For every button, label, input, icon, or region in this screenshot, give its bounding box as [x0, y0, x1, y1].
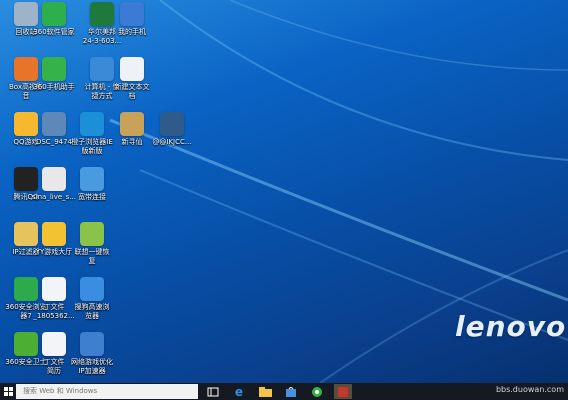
phone-icon — [120, 2, 144, 26]
taskbar: 搜索 Web 和 Windows e bbs.duowan.com — [0, 383, 568, 400]
edge-browser-icon: e — [234, 384, 244, 399]
network-accelerator-icon — [80, 332, 104, 356]
desktop-icon-label: 360软件管家 — [33, 28, 75, 36]
search-input[interactable]: 搜索 Web 和 Windows — [16, 384, 198, 399]
document-file-icon — [42, 332, 66, 356]
app-icon — [338, 386, 348, 397]
desktop-icon-label: 宽带连接 — [78, 193, 106, 201]
desktop-icon-360phone[interactable]: 360手机助手 — [28, 57, 80, 113]
store-icon — [286, 387, 296, 397]
desktop-icon-myphone[interactable]: 我的手机 — [106, 2, 158, 58]
lenovo-logo: lenovo — [455, 310, 567, 343]
desktop-icon-newtxt[interactable]: 新建文本文档 — [106, 57, 158, 113]
text-document-icon — [120, 57, 144, 81]
desktop-icon-label: 联想一键恢复 — [74, 248, 110, 265]
task-view-icon — [207, 387, 219, 396]
360-browser-icon — [312, 386, 322, 397]
desktop: lenovo 回收站 360软件管家 华尔美邦 24-3-603... 我的手机 Box高… — [0, 0, 568, 383]
360-button[interactable] — [308, 384, 326, 399]
app-button[interactable] — [334, 384, 352, 399]
desktop-icon-lenovorecovery[interactable]: 联想一键恢复 — [66, 222, 118, 278]
desktop-icon-netbar[interactable]: 网络游戏优化 IP加速器 — [66, 332, 118, 383]
360-phone-assistant-icon — [42, 57, 66, 81]
desktop-icon-label: 网络游戏优化 IP加速器 — [71, 358, 113, 375]
lenovo-recovery-icon — [80, 222, 104, 246]
game-icon — [120, 112, 144, 136]
desktop-icon-sogou[interactable]: 搜狗高速浏 览器 — [66, 277, 118, 333]
desktop-icon-label: 我的手机 — [118, 28, 146, 36]
watermark: bbs.duowan.com — [495, 385, 564, 394]
browser-icon — [80, 112, 104, 136]
file-explorer-icon — [258, 386, 272, 397]
store-button[interactable] — [282, 384, 300, 399]
file-explorer-button[interactable] — [256, 384, 274, 399]
desktop-icon-broadband[interactable]: 宽带连接 — [66, 167, 118, 223]
start-button[interactable] — [0, 383, 16, 400]
360-software-manager-icon — [42, 2, 66, 26]
desktop-icon-label: 搜狗高速浏 览器 — [74, 303, 110, 320]
photo-icon — [42, 112, 66, 136]
windows-logo-icon — [3, 387, 13, 396]
desktop-icon-label: @@IKJCC... — [152, 138, 192, 146]
desktop-icon-label: 新建文本文档 — [114, 83, 150, 100]
sogou-browser-icon — [80, 277, 104, 301]
yy-game-icon — [42, 222, 66, 246]
sina-live-icon — [42, 167, 66, 191]
desktop-icon-cc[interactable]: @@IKJCC... — [146, 112, 198, 168]
task-view-button[interactable] — [204, 384, 222, 399]
game-shortcut-icon — [160, 112, 184, 136]
document-file-icon — [42, 277, 66, 301]
desktop-icon-label: 360手机助手 — [33, 83, 75, 91]
desktop-icon-360mgr[interactable]: 360软件管家 — [28, 2, 80, 58]
edge-button[interactable]: e — [230, 384, 248, 399]
network-connection-icon — [80, 167, 104, 191]
